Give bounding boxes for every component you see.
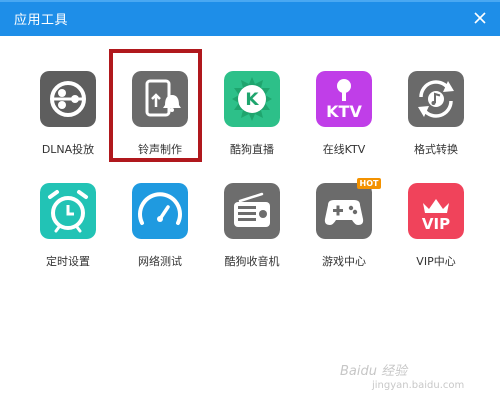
tool-speed[interactable]: 网络测试 xyxy=(117,183,203,287)
title-bar-highlight xyxy=(0,0,500,2)
selection-highlight xyxy=(109,49,202,162)
tool-games[interactable]: 游戏中心 xyxy=(301,183,387,287)
alarm-clock-icon xyxy=(40,183,96,239)
tool-label: DLNA投放 xyxy=(41,143,95,156)
hot-badge: HOT xyxy=(357,178,381,189)
svg-text:K: K xyxy=(245,90,259,110)
tool-label: VIP中心 xyxy=(416,255,456,268)
radio-icon xyxy=(224,183,280,239)
tool-label: 游戏中心 xyxy=(322,255,366,268)
format-convert-icon xyxy=(408,71,464,127)
tool-format[interactable]: 格式转换 xyxy=(393,71,479,175)
tool-label: 酷狗收音机 xyxy=(224,255,280,268)
tool-live[interactable]: K 酷狗直播 xyxy=(209,71,295,175)
kugou-live-icon: K xyxy=(224,71,280,127)
window-title: 应用工具 xyxy=(14,13,69,28)
gamepad-icon xyxy=(316,183,372,239)
vip-crown-icon: VIP xyxy=(408,183,464,239)
dlna-cast-icon xyxy=(40,71,96,127)
svg-text:KTV: KTV xyxy=(326,102,362,121)
watermark-url: jingyan.baidu.com xyxy=(372,380,465,391)
tool-label: 在线KTV xyxy=(322,143,366,156)
tool-timer[interactable]: 定时设置 xyxy=(25,183,111,287)
tool-radio[interactable]: 酷狗收音机 xyxy=(209,183,295,287)
tool-label: 酷狗直播 xyxy=(230,143,274,156)
speedometer-icon xyxy=(132,183,188,239)
close-icon xyxy=(474,12,486,24)
tool-label: 网络测试 xyxy=(138,255,182,268)
watermark: Baidu 经验 xyxy=(340,364,408,379)
tool-vip[interactable]: VIP VIP中心 xyxy=(393,183,479,287)
tool-dlna[interactable]: DLNA投放 xyxy=(25,71,111,175)
close-button[interactable] xyxy=(470,8,490,28)
svg-text:VIP: VIP xyxy=(422,215,450,233)
tool-ktv[interactable]: KTV 在线KTV xyxy=(301,71,387,175)
title-bar: 应用工具 xyxy=(0,0,500,36)
tool-label: 格式转换 xyxy=(414,143,458,156)
ktv-icon: KTV xyxy=(316,71,372,127)
tool-label: 定时设置 xyxy=(46,255,90,268)
